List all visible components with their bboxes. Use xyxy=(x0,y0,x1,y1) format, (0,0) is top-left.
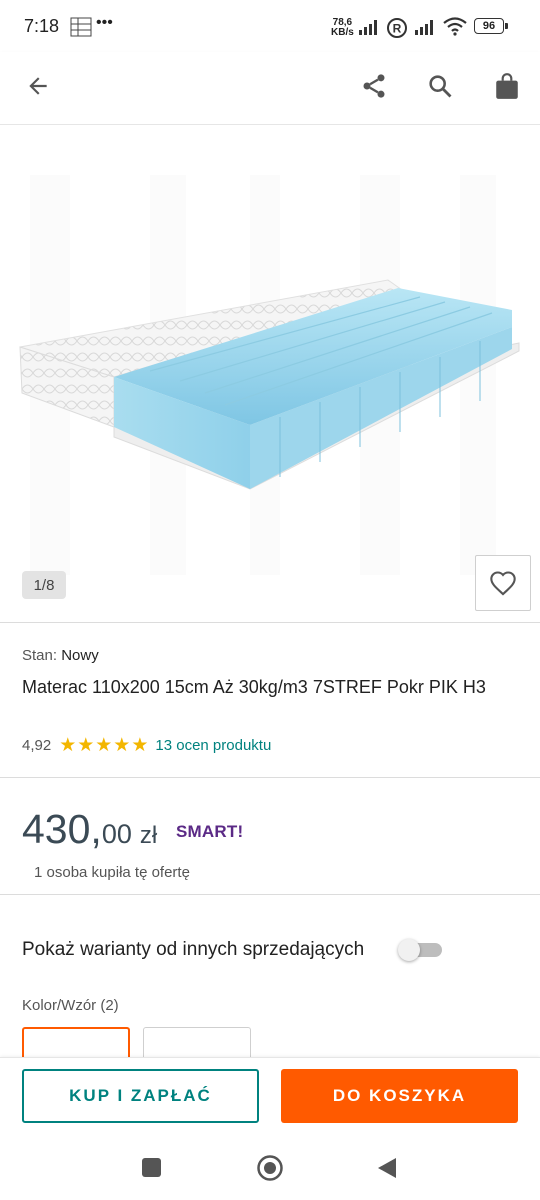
toggle-knob xyxy=(398,939,420,961)
heart-icon xyxy=(490,571,516,596)
color-variant-label: Kolor/Wzór (2) xyxy=(22,997,119,1014)
status-time: 7:18 xyxy=(24,16,60,36)
smart-badge[interactable]: SMART! xyxy=(176,822,243,842)
product-gallery[interactable] xyxy=(0,125,540,623)
buy-now-button[interactable]: KUP I ZAPŁAĆ xyxy=(22,1069,259,1123)
nav-back-icon[interactable] xyxy=(376,1156,398,1180)
network-speed: 78,6 KB/s xyxy=(331,18,354,38)
reviews-link[interactable]: 13 ocen produktu xyxy=(155,737,271,754)
back-arrow-icon xyxy=(29,77,47,95)
price-decimal: 00 xyxy=(101,819,132,849)
speed-unit: KB/s xyxy=(331,27,354,38)
product-title: Materac 110x200 15cm Aż 30kg/m3 7STREF P… xyxy=(22,677,486,697)
app-bar xyxy=(0,52,540,125)
back-button[interactable] xyxy=(16,64,60,108)
product-image xyxy=(19,175,520,575)
share-button[interactable] xyxy=(352,64,396,108)
share-icon xyxy=(363,74,385,98)
battery-tip xyxy=(505,23,508,29)
price-currency: zł xyxy=(139,822,158,849)
cart-button[interactable] xyxy=(485,64,529,108)
signal-2-icon xyxy=(415,20,433,35)
variants-toggle[interactable] xyxy=(398,939,442,961)
search-button[interactable] xyxy=(418,64,462,108)
product-condition: Stan: Nowy xyxy=(22,647,99,664)
gallery-counter: 1/8 xyxy=(22,571,66,599)
star-icon: ★★★★★ xyxy=(59,735,150,756)
notification-icon xyxy=(70,17,92,37)
divider xyxy=(0,777,540,778)
smart-label: SMART! xyxy=(176,822,244,841)
divider xyxy=(0,894,540,895)
product-price: 430, 00 zł xyxy=(22,806,157,853)
search-icon xyxy=(429,75,452,98)
purchase-info: 1 osoba kupiła tę ofertę xyxy=(34,864,190,881)
condition-value: Nowy xyxy=(61,647,99,664)
price-integer: 430, xyxy=(22,806,102,852)
nav-home-icon[interactable] xyxy=(256,1154,284,1182)
battery-icon: 96 xyxy=(474,18,504,34)
more-notifications-icon: ••• xyxy=(96,14,113,31)
battery-level: 96 xyxy=(482,20,496,32)
variants-toggle-label: Pokaż warianty od innych sprzedających xyxy=(22,939,365,960)
add-to-cart-button[interactable]: DO KOSZYKA xyxy=(281,1069,518,1123)
svg-text:R: R xyxy=(393,22,402,36)
wifi-icon xyxy=(443,17,467,36)
system-nav-bar xyxy=(0,1137,540,1200)
condition-label: Stan: xyxy=(22,647,58,664)
rating-value: 4,92 xyxy=(22,737,52,754)
signal-icon xyxy=(359,20,377,35)
nav-recents-icon[interactable] xyxy=(142,1158,161,1177)
product-rating: 4,92 ★★★★★ 13 ocen produktu xyxy=(22,734,271,757)
favorite-button[interactable] xyxy=(475,555,531,611)
registered-icon: R xyxy=(387,18,407,38)
status-bar: 7:18 ••• 78,6 KB/s R 96 xyxy=(0,0,540,52)
shopping-bag-icon xyxy=(496,73,518,99)
